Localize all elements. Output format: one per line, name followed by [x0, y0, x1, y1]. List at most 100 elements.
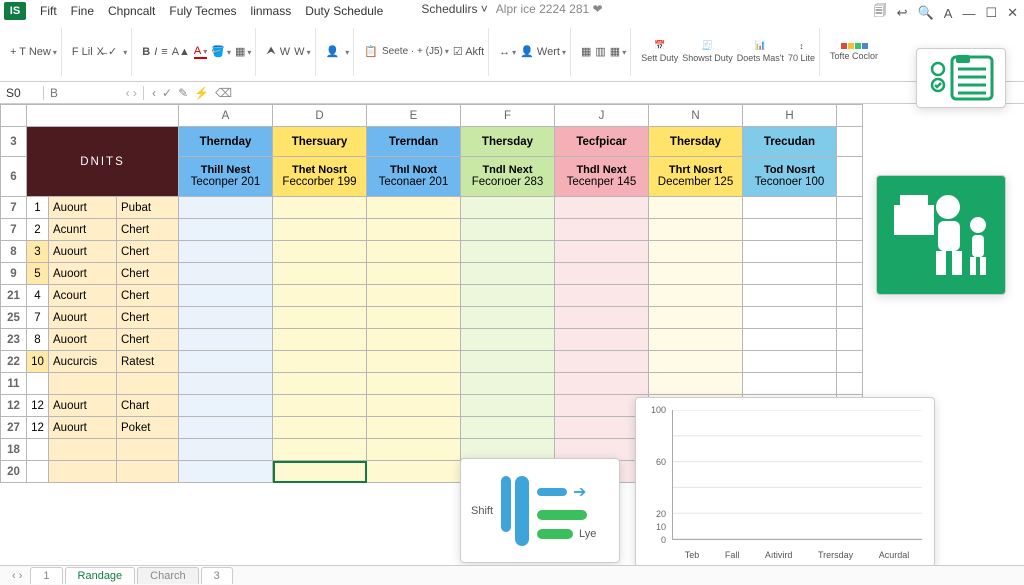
cell[interactable] — [461, 395, 555, 417]
cell[interactable] — [555, 329, 649, 351]
cell[interactable] — [273, 329, 367, 351]
align-top-icon[interactable]: ⮝ — [266, 45, 275, 58]
row-role[interactable]: Chert — [117, 285, 179, 307]
cell[interactable] — [273, 351, 367, 373]
row-role[interactable] — [117, 439, 179, 461]
cell[interactable] — [179, 219, 273, 241]
row-hdr[interactable]: 9 — [1, 263, 27, 285]
tbl-dd[interactable]: ▦ — [610, 45, 626, 58]
row-name[interactable] — [49, 439, 117, 461]
row-role[interactable]: Ratest — [117, 351, 179, 373]
cell[interactable] — [367, 263, 461, 285]
row-hdr[interactable]: 23 — [1, 329, 27, 351]
akft-toggle[interactable]: ☑ Akft — [453, 45, 484, 58]
row-name[interactable]: Auourt — [49, 241, 117, 263]
cell[interactable] — [179, 263, 273, 285]
cell[interactable] — [461, 197, 555, 219]
lite-button[interactable]: ↕70 Lite — [788, 41, 815, 63]
cell[interactable] — [273, 417, 367, 439]
wert-dd[interactable]: 👤 Wert — [520, 45, 566, 58]
minimize-icon[interactable]: — — [962, 6, 975, 21]
row-num[interactable]: 8 — [27, 329, 49, 351]
fx-bolt-icon[interactable]: ⚡ — [194, 86, 209, 100]
search-icon[interactable]: 🔍 — [918, 5, 934, 21]
row-hdr[interactable]: 8 — [1, 241, 27, 263]
cell[interactable] — [367, 461, 461, 483]
person-icon[interactable]: 👤 — [326, 45, 340, 58]
menu-fine[interactable]: Fine — [71, 4, 94, 18]
row-role[interactable]: Chart — [117, 395, 179, 417]
account-icon[interactable]: A — [944, 6, 953, 21]
row-hdr[interactable]: 3 — [1, 127, 27, 157]
row-name[interactable]: Auourt — [49, 395, 117, 417]
check-icon[interactable]: ✓ — [108, 45, 117, 58]
cell[interactable] — [179, 373, 273, 395]
font-size[interactable] — [121, 46, 127, 58]
menu-linmass[interactable]: linmass — [251, 4, 292, 18]
table-row[interactable]: 83AuourtChert — [1, 241, 863, 263]
tab-charch[interactable]: Charch — [137, 567, 198, 584]
cell[interactable] — [367, 329, 461, 351]
cell[interactable] — [743, 285, 837, 307]
cell[interactable] — [743, 219, 837, 241]
row-num[interactable]: 4 — [27, 285, 49, 307]
cell[interactable] — [273, 219, 367, 241]
cell[interactable] — [179, 461, 273, 483]
cell[interactable] — [461, 241, 555, 263]
italic-icon[interactable]: I — [154, 46, 157, 58]
row-role[interactable]: Chert — [117, 329, 179, 351]
row-num[interactable]: 10 — [27, 351, 49, 373]
row-num[interactable] — [27, 373, 49, 395]
font-up-icon[interactable]: A▲ — [172, 46, 190, 58]
table-row[interactable]: 238AuoortChert — [1, 329, 863, 351]
row-num[interactable]: 3 — [27, 241, 49, 263]
tofte-color-button[interactable]: Tofte Coclor — [830, 43, 878, 61]
row-name[interactable]: Auourt — [49, 197, 117, 219]
cell[interactable] — [367, 219, 461, 241]
cell[interactable] — [461, 263, 555, 285]
cell[interactable] — [179, 417, 273, 439]
tab-1[interactable]: 1 — [30, 567, 62, 584]
row-hdr[interactable]: 7 — [1, 219, 27, 241]
col-F[interactable]: F — [461, 105, 555, 127]
arrow-dd[interactable]: ↔ — [499, 46, 516, 58]
row-role[interactable]: Chert — [117, 263, 179, 285]
table-row[interactable]: 11 — [1, 373, 863, 395]
row-role[interactable]: Pubat — [117, 197, 179, 219]
checklist-card[interactable] — [916, 48, 1006, 108]
cell[interactable] — [649, 263, 743, 285]
table-row[interactable]: 2210AucurcisRatest — [1, 351, 863, 373]
cell[interactable] — [461, 285, 555, 307]
row-role[interactable]: Chert — [117, 307, 179, 329]
merge-icon[interactable]: W — [294, 46, 310, 58]
cell[interactable] — [273, 241, 367, 263]
cell[interactable] — [367, 417, 461, 439]
tab-nav[interactable]: ‹ › — [6, 570, 28, 582]
cell[interactable] — [555, 197, 649, 219]
cell[interactable] — [649, 241, 743, 263]
name-box-2[interactable]: B‹ › — [44, 86, 144, 100]
table-row[interactable]: 95AuoortChert — [1, 263, 863, 285]
cell[interactable] — [649, 307, 743, 329]
undo-icon[interactable]: ↩ — [897, 5, 908, 21]
tbl2-icon[interactable]: ▥ — [595, 45, 605, 58]
cell[interactable] — [461, 219, 555, 241]
showst-duty-button[interactable]: 🧾Showst Duty — [682, 40, 733, 63]
col-E[interactable]: E — [367, 105, 461, 127]
row-name[interactable]: Auourt — [49, 417, 117, 439]
cell[interactable] — [273, 373, 367, 395]
col-D[interactable]: D — [273, 105, 367, 127]
row-role[interactable]: Poket — [117, 417, 179, 439]
cell[interactable] — [273, 461, 367, 483]
cell[interactable] — [743, 329, 837, 351]
cell[interactable] — [649, 329, 743, 351]
cell[interactable] — [179, 197, 273, 219]
new-text-button[interactable]: + T New — [10, 46, 57, 58]
tab-randage[interactable]: Randage — [65, 567, 136, 584]
row-num[interactable]: 7 — [27, 307, 49, 329]
row-num[interactable]: 2 — [27, 219, 49, 241]
row-role[interactable] — [117, 461, 179, 483]
cell[interactable] — [743, 241, 837, 263]
row-name[interactable]: Acourt — [49, 285, 117, 307]
wrap-icon[interactable]: W — [280, 46, 290, 58]
